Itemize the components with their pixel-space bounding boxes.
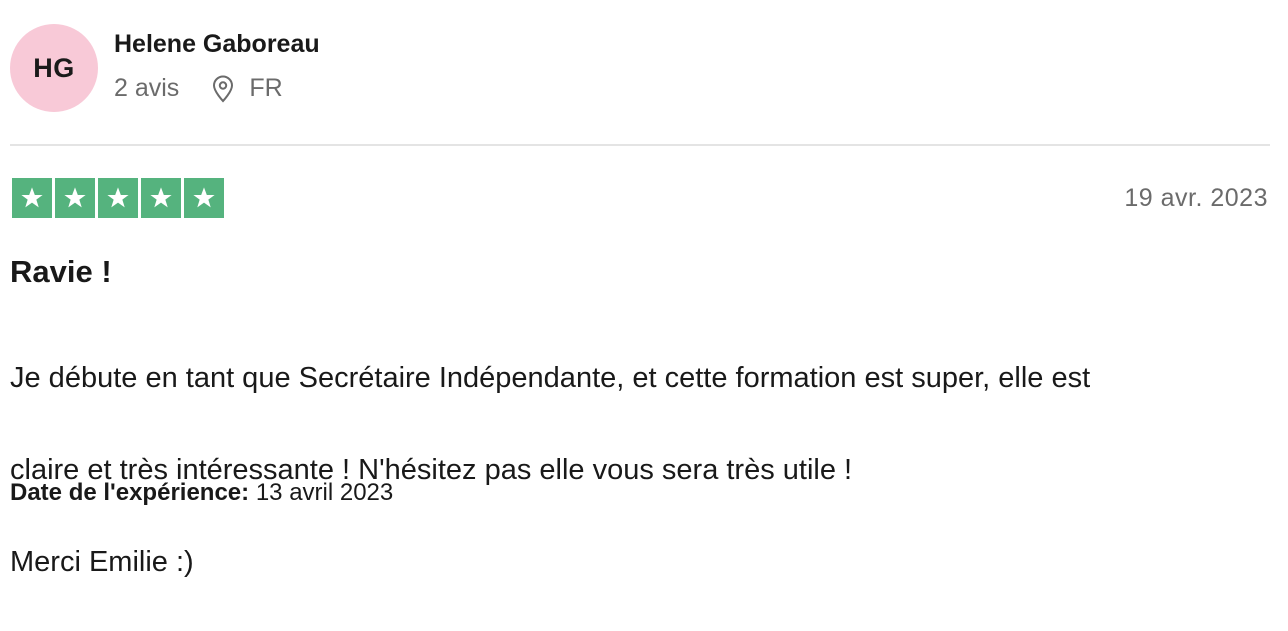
reviewer-meta: 2 avis FR xyxy=(114,74,283,103)
map-pin-icon xyxy=(211,75,235,103)
star-rating xyxy=(12,178,224,218)
review-body-line: Je débute en tant que Secrétaire Indépen… xyxy=(10,362,1091,394)
star-icon xyxy=(98,178,138,218)
experience-date: Date de l'expérience: 13 avril 2023 xyxy=(10,479,393,507)
reviewer-header: HG Helene Gaboreau 2 avis FR xyxy=(10,24,1270,112)
star-icon xyxy=(55,178,95,218)
review-body: Je débute en tant que Secrétaire Indépen… xyxy=(10,309,1265,631)
experience-value: 13 avril 2023 xyxy=(255,479,394,506)
avatar[interactable]: HG xyxy=(10,24,98,112)
review-body-line: Merci Emilie :) xyxy=(10,546,194,578)
avatar-initials: HG xyxy=(33,52,75,83)
header-divider xyxy=(10,144,1270,146)
reviewer-name[interactable]: Helene Gaboreau xyxy=(114,30,320,59)
experience-label: Date de l'expérience: xyxy=(10,479,250,506)
review-date: 19 avr. 2023 xyxy=(1124,184,1268,212)
review-card: HG Helene Gaboreau 2 avis FR 19 avr. 202… xyxy=(10,0,1270,578)
star-icon xyxy=(141,178,181,218)
review-title[interactable]: Ravie ! xyxy=(10,254,112,290)
reviews-count: 2 avis xyxy=(114,74,180,102)
reviewer-country: FR xyxy=(249,74,283,102)
star-icon xyxy=(184,178,224,218)
star-icon xyxy=(12,178,52,218)
